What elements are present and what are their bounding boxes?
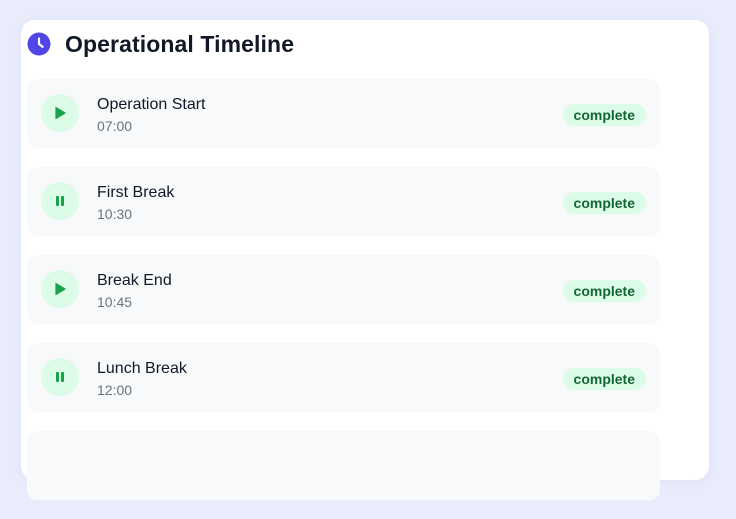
play-icon: [41, 94, 79, 132]
play-icon: [41, 270, 79, 308]
status-badge: complete: [562, 368, 646, 390]
event-time: 10:45: [97, 294, 133, 310]
timeline-item-lunch-break[interactable]: Lunch Break 12:00 complete: [27, 343, 660, 412]
timeline-item-break-end[interactable]: Break End 10:45 complete: [27, 255, 660, 324]
event-time: 10:30: [97, 206, 133, 222]
event-title: Operation Start: [97, 96, 206, 113]
pause-icon: [41, 182, 79, 220]
status-badge: complete: [562, 192, 646, 214]
event-time: 07:00: [97, 118, 133, 134]
page-title: Operational Timeline: [65, 30, 295, 57]
status-badge: complete: [562, 104, 646, 126]
status-badge: complete: [562, 280, 646, 302]
timeline-list: Operation Start 07:00 complete First Bre…: [27, 79, 660, 519]
pause-icon: [41, 358, 79, 396]
event-title: Break End: [97, 272, 172, 289]
timeline-item-operation-start[interactable]: Operation Start 07:00 complete: [27, 79, 660, 148]
event-time: 12:00: [97, 382, 133, 398]
timeline-header: Operational Timeline: [27, 30, 294, 58]
timeline-item-first-break[interactable]: First Break 10:30 complete: [27, 167, 660, 236]
event-title: Lunch Break: [97, 360, 187, 377]
clock-icon: [27, 32, 51, 56]
event-title: First Break: [97, 184, 175, 201]
timeline-item-partial[interactable]: [27, 431, 660, 500]
